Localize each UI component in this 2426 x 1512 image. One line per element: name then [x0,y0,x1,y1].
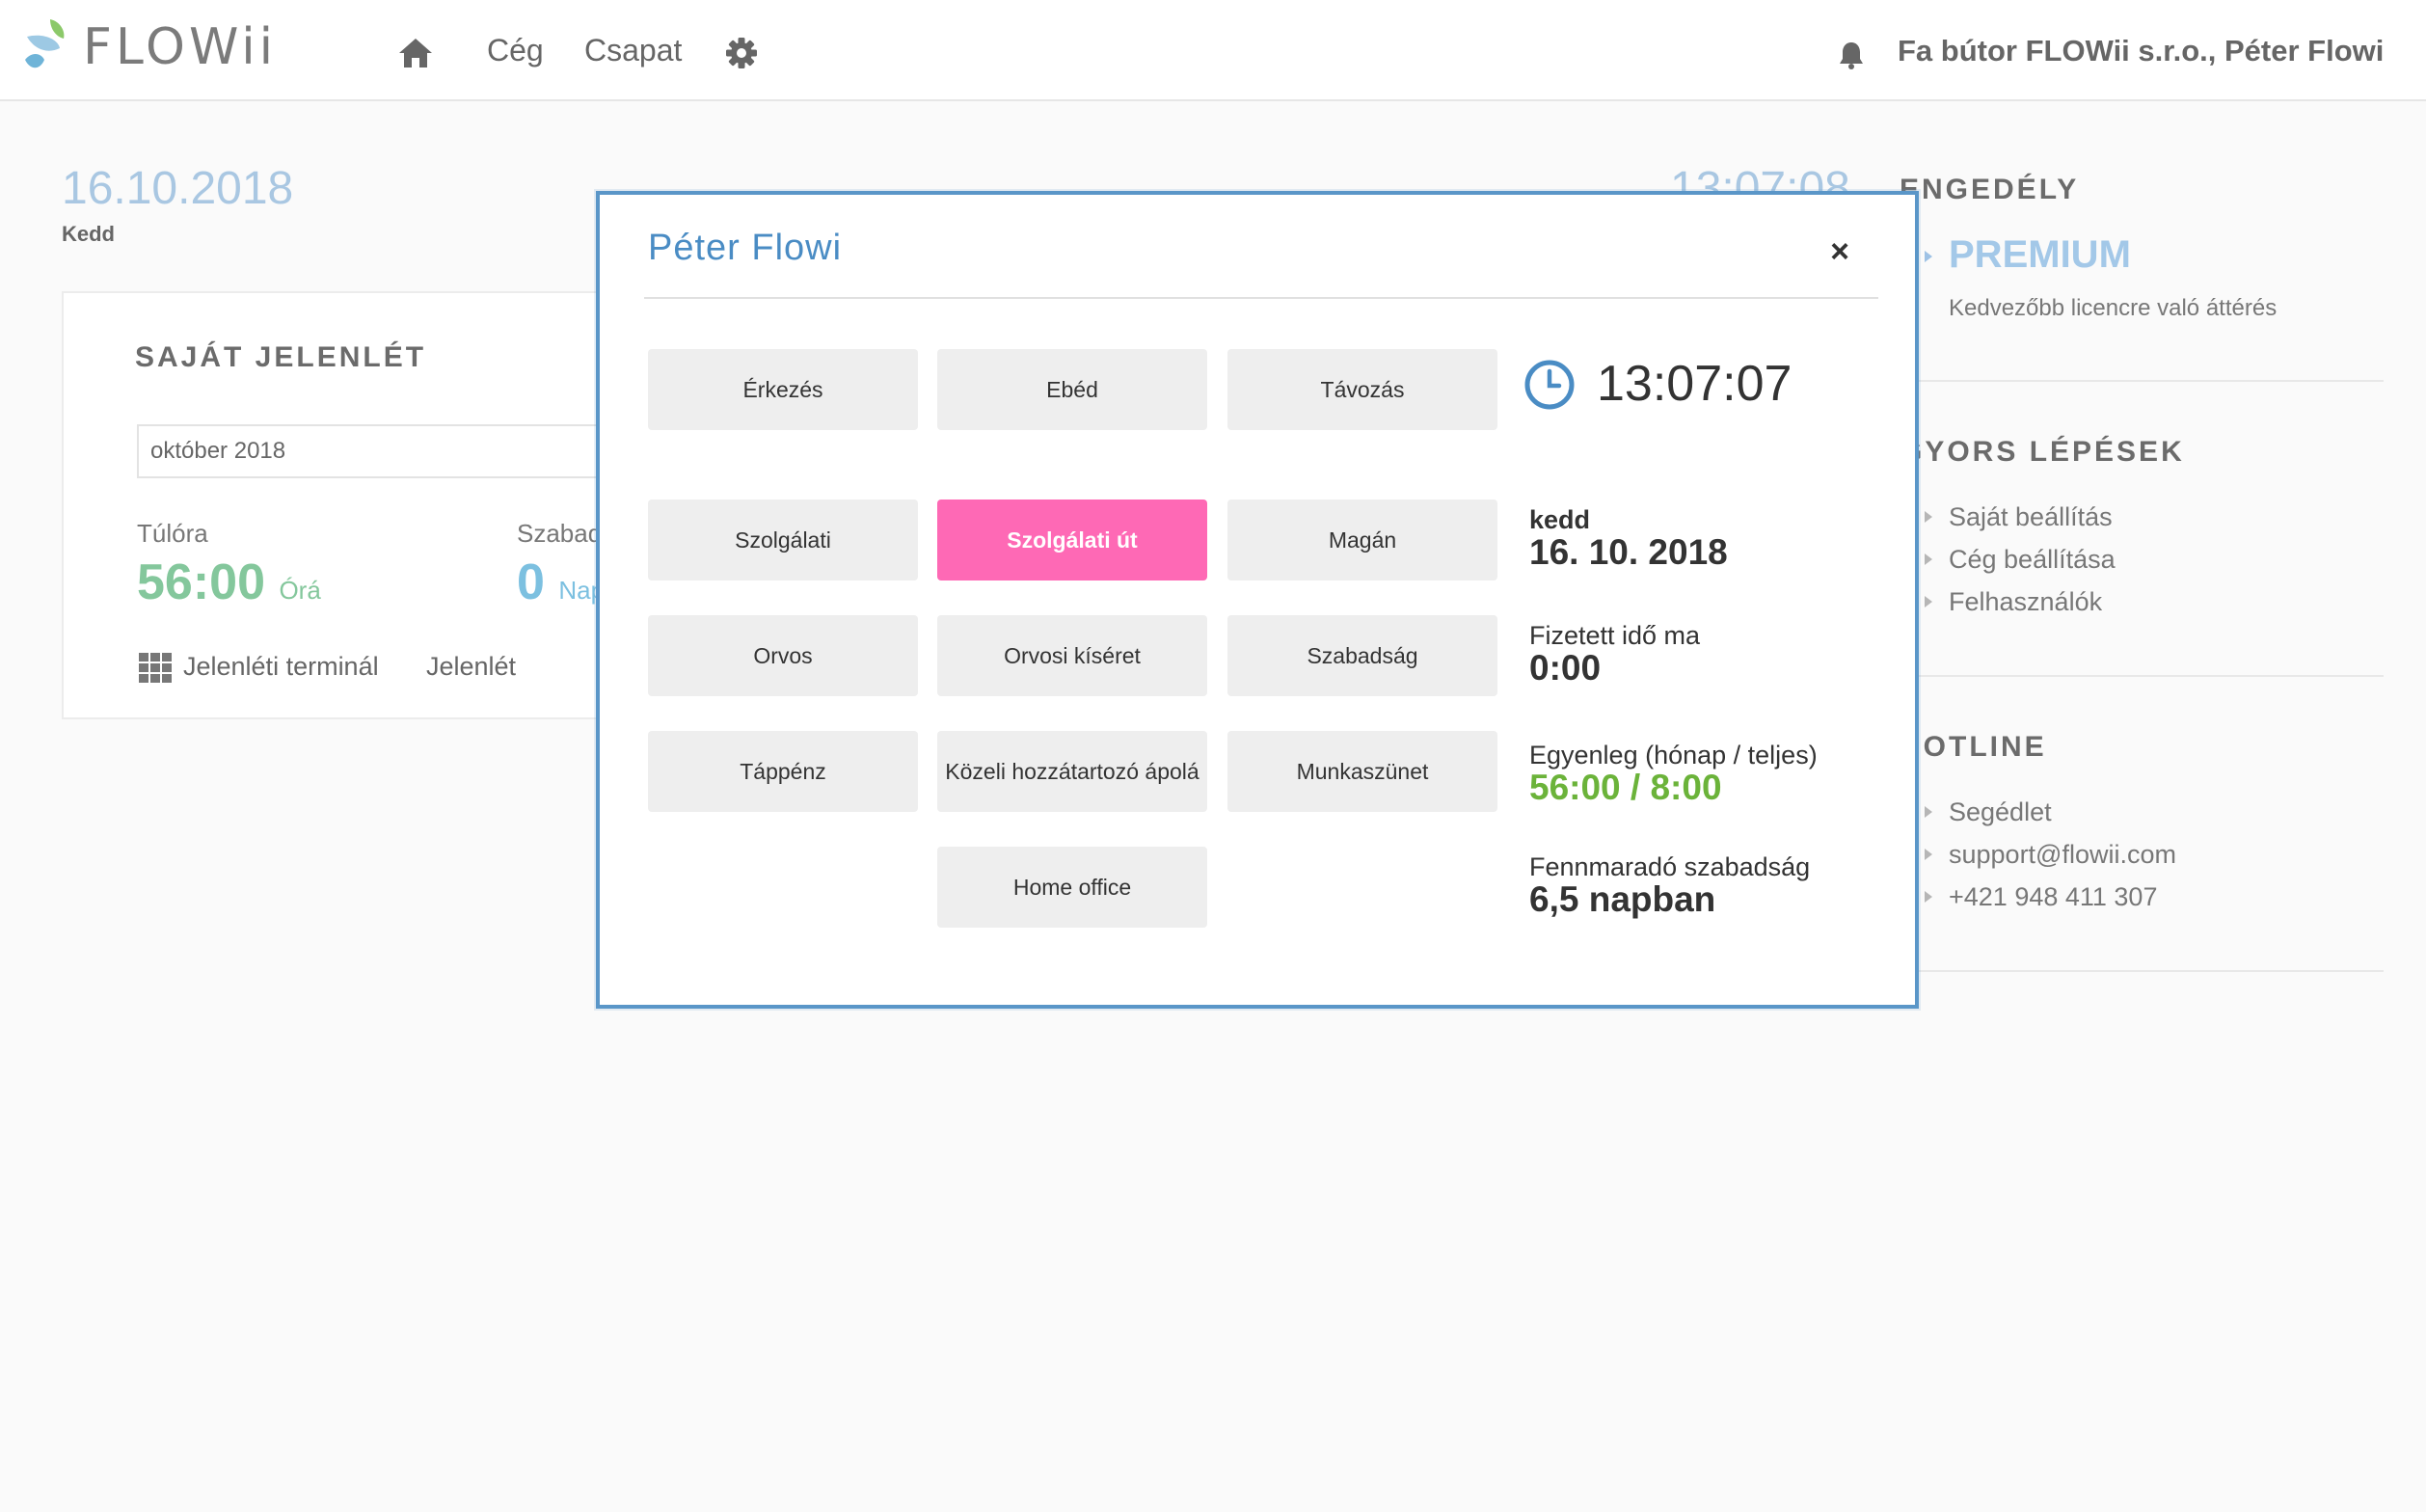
paid-time-value: 0:00 [1529,648,1602,688]
arrow-icon [1925,891,1932,903]
doctor-escort-button[interactable]: Orvosi kíséret [937,615,1207,696]
top-bar: FLOWii Cég Csapat Fa bútor FLOWii s.r.o.… [0,0,2426,101]
license-title: ENGEDÉLY [1900,174,2080,205]
hotline-item-help[interactable]: Segédlet [1925,791,2176,833]
vacation-button[interactable]: Szabadság [1227,615,1497,696]
quick-item-users[interactable]: Felhasználók [1925,580,2116,623]
holiday-button[interactable]: Munkaszünet [1227,731,1497,812]
modal-title: Péter Flowi [648,228,843,268]
divider [1900,675,2384,677]
attendance-modal: Péter Flowi × Érkezés Ebéd Távozás Szolg… [596,191,1919,1009]
premium-link[interactable]: PREMIUM [1949,233,2131,277]
gear-icon[interactable] [725,37,758,69]
arrow-icon [1925,554,1932,565]
terminal-link[interactable]: Jelenléti terminál [139,652,379,683]
doctor-button[interactable]: Orvos [648,615,918,696]
remaining-vacation-value: 6,5 napban [1529,879,1716,919]
lunch-button[interactable]: Ebéd [937,349,1207,430]
remaining-vacation-label: Fennmaradó szabadság [1529,852,1811,881]
user-company-name[interactable]: Fa bútor FLOWii s.r.o., Péter Flowi [1898,34,2384,68]
overtime-label: Túlóra [137,519,208,548]
premium-arrow-icon [1925,251,1932,262]
hotline-title: HOTLINE [1900,731,2047,763]
hotline-item-email[interactable]: support@flowii.com [1925,833,2176,876]
vacation-value: 0 Nap [517,554,606,610]
nav-ceg[interactable]: Cég [487,33,544,68]
current-day: Kedd [62,222,115,246]
overtime-value: 56:00 Órá [137,554,321,610]
hotline-list: Segédlet support@flowii.com +421 948 411… [1925,791,2176,918]
overtime-unit: Órá [279,576,321,605]
clock-icon [1524,360,1575,410]
quick-steps-list: Saját beállítás Cég beállítása Felhaszná… [1925,496,2116,623]
business-button[interactable]: Szolgálati [648,500,918,580]
divider [1900,970,2384,972]
quick-item-own-settings[interactable]: Saját beállítás [1925,496,2116,538]
clock-time: 13:07:07 [1597,356,1793,412]
balance-value: 56:00 / 8:00 [1529,768,1722,807]
arrival-button[interactable]: Érkezés [648,349,918,430]
attendance-card: SAJÁT JELENLÉT Túlóra 56:00 Órá Szabad 0… [62,291,715,719]
attendance-link[interactable]: Jelenlét [426,652,516,682]
current-date: 16.10.2018 [62,163,294,214]
paid-time-label: Fizetett idő ma [1529,621,1701,650]
arrow-icon [1925,849,1932,860]
logo-text: FLOWii [83,18,278,76]
grid-icon [139,652,172,683]
departure-button[interactable]: Távozás [1227,349,1497,430]
arrow-icon [1925,511,1932,523]
bell-icon[interactable] [1838,40,1865,69]
quick-item-company-settings[interactable]: Cég beállítása [1925,538,2116,580]
nav-csapat[interactable]: Csapat [584,33,682,68]
private-button[interactable]: Magán [1227,500,1497,580]
arrow-icon [1925,806,1932,818]
modal-date: 16. 10. 2018 [1529,532,1728,572]
arrow-icon [1925,596,1932,608]
quick-steps-title: GYORS LÉPÉSEK [1900,436,2185,468]
hotline-item-phone[interactable]: +421 948 411 307 [1925,876,2176,918]
balance-label: Egyenleg (hónap / teljes) [1529,741,1818,770]
divider [1900,380,2384,382]
day-name: kedd [1529,505,1591,534]
vacation-label: Szabad [517,519,603,548]
relative-care-button[interactable]: Közeli hozzátartozó ápolá [937,731,1207,812]
logo[interactable]: FLOWii [21,15,277,79]
close-icon[interactable]: × [1830,235,1849,268]
home-icon[interactable] [397,37,434,69]
flowii-logo-icon [25,19,65,68]
home-office-button[interactable]: Home office [937,847,1207,928]
card-title: SAJÁT JELENLÉT [135,341,427,373]
sick-pay-button[interactable]: Táppénz [648,731,918,812]
modal-divider [644,297,1878,299]
business-trip-button[interactable]: Szolgálati út [937,500,1207,580]
premium-upgrade-link[interactable]: Kedvezőbb licencre való áttérés [1949,295,2277,322]
